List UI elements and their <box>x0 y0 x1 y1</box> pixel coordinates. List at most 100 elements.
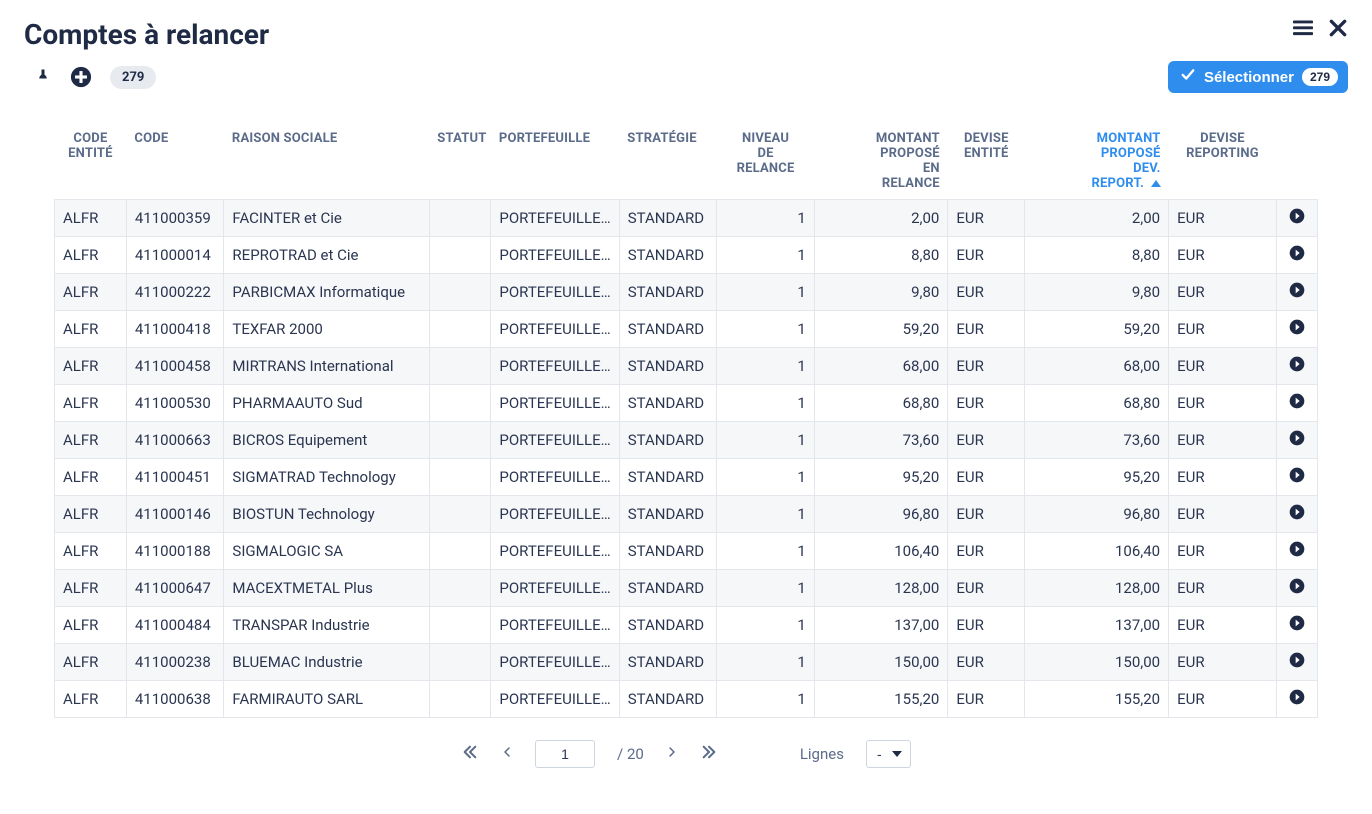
col-portefeuille[interactable]: PORTEFEUILLE <box>491 123 619 200</box>
col-montant_relance[interactable]: MONTANTPROPOSÉENRELANCE <box>814 123 947 200</box>
cell-montant_relance: 68,00 <box>814 348 947 385</box>
col-devise_report[interactable]: DEVISEREPORTING <box>1169 123 1277 200</box>
page-total: / 20 <box>617 745 644 763</box>
table-row: ALFR411000530PHARMAAUTO SudPORTEFEUILLE … <box>55 385 1318 422</box>
col-code[interactable]: CODE <box>126 123 224 200</box>
pagination: / 20 Lignes - <box>24 740 1348 768</box>
arrow-right-circle-icon <box>1289 506 1305 524</box>
menu-icon[interactable] <box>1292 18 1314 38</box>
row-action-button[interactable] <box>1276 496 1317 533</box>
row-action-button[interactable] <box>1276 607 1317 644</box>
row-action-button[interactable] <box>1276 311 1317 348</box>
prev-page-icon[interactable] <box>501 744 513 764</box>
cell-portefeuille: PORTEFEUILLE 2 <box>491 237 619 274</box>
close-icon[interactable] <box>1328 18 1348 38</box>
cell-code: 411000222 <box>126 274 224 311</box>
first-page-icon[interactable] <box>461 744 479 764</box>
table-row: ALFR411000418TEXFAR 2000PORTEFEUILLE 2ST… <box>55 311 1318 348</box>
cell-montant_report: 155,20 <box>1025 681 1169 718</box>
row-action-button[interactable] <box>1276 459 1317 496</box>
row-action-button[interactable] <box>1276 237 1317 274</box>
cell-devise_report: EUR <box>1169 644 1277 681</box>
page-number-input[interactable] <box>535 740 595 768</box>
cell-montant_relance: 2,00 <box>814 200 947 237</box>
cell-statut <box>429 570 491 607</box>
cell-raison: BIOSTUN Technology <box>224 496 429 533</box>
cell-devise_entite: EUR <box>948 570 1025 607</box>
cell-montant_report: 137,00 <box>1025 607 1169 644</box>
cell-niveau: 1 <box>717 274 815 311</box>
cell-portefeuille: PORTEFEUILLE 2 <box>491 607 619 644</box>
cell-statut <box>429 200 491 237</box>
cell-entity_code: ALFR <box>55 533 127 570</box>
col-strategie[interactable]: STRATÉGIE <box>619 123 717 200</box>
col-devise_entite[interactable]: DEVISEENTITÉ <box>948 123 1025 200</box>
cell-entity_code: ALFR <box>55 274 127 311</box>
col-montant_report[interactable]: MONTANTPROPOSÉDEV.REPORT. <box>1025 123 1169 200</box>
arrow-right-circle-icon <box>1289 395 1305 413</box>
row-action-button[interactable] <box>1276 385 1317 422</box>
row-action-button[interactable] <box>1276 570 1317 607</box>
cell-strategie: STANDARD <box>619 459 717 496</box>
next-page-icon[interactable] <box>666 744 678 764</box>
col-statut[interactable]: STATUT <box>429 123 491 200</box>
cell-montant_report: 68,80 <box>1025 385 1169 422</box>
cell-entity_code: ALFR <box>55 422 127 459</box>
cell-statut <box>429 348 491 385</box>
select-label: Sélectionner <box>1204 69 1294 86</box>
cell-niveau: 1 <box>717 533 815 570</box>
select-all-button[interactable]: Sélectionner 279 <box>1168 61 1348 93</box>
cell-montant_report: 150,00 <box>1025 644 1169 681</box>
cell-devise_entite: EUR <box>948 422 1025 459</box>
cell-strategie: STANDARD <box>619 385 717 422</box>
col-raison[interactable]: RAISON SOCIALE <box>224 123 429 200</box>
row-action-button[interactable] <box>1276 644 1317 681</box>
cell-devise_entite: EUR <box>948 459 1025 496</box>
row-action-button[interactable] <box>1276 274 1317 311</box>
cell-devise_report: EUR <box>1169 348 1277 385</box>
cell-code: 411000359 <box>126 200 224 237</box>
cell-devise_report: EUR <box>1169 385 1277 422</box>
cell-raison: TRANSPAR Industrie <box>224 607 429 644</box>
arrow-right-circle-icon <box>1289 284 1305 302</box>
add-icon[interactable] <box>70 66 92 88</box>
cell-portefeuille: PORTEFEUILLE 2 <box>491 570 619 607</box>
col-entity_code[interactable]: CODEENTITÉ <box>55 123 127 200</box>
cell-niveau: 1 <box>717 385 815 422</box>
cell-raison: FARMIRAUTO SARL <box>224 681 429 718</box>
row-action-button[interactable] <box>1276 681 1317 718</box>
cell-portefeuille: PORTEFEUILLE 2 <box>491 385 619 422</box>
cell-montant_relance: 9,80 <box>814 274 947 311</box>
row-action-button[interactable] <box>1276 200 1317 237</box>
cell-raison: REPROTRAD et Cie <box>224 237 429 274</box>
cell-raison: SIGMALOGIC SA <box>224 533 429 570</box>
cell-strategie: STANDARD <box>619 570 717 607</box>
row-action-button[interactable] <box>1276 422 1317 459</box>
row-action-button[interactable] <box>1276 533 1317 570</box>
cell-entity_code: ALFR <box>55 570 127 607</box>
lines-per-page-select[interactable]: - <box>866 740 911 768</box>
cell-entity_code: ALFR <box>55 644 127 681</box>
cell-montant_report: 96,80 <box>1025 496 1169 533</box>
cell-strategie: STANDARD <box>619 274 717 311</box>
cell-entity_code: ALFR <box>55 681 127 718</box>
cell-devise_report: EUR <box>1169 570 1277 607</box>
cell-raison: FACINTER et Cie <box>224 200 429 237</box>
cell-devise_report: EUR <box>1169 496 1277 533</box>
cell-montant_relance: 96,80 <box>814 496 947 533</box>
arrow-right-circle-icon <box>1289 432 1305 450</box>
arrow-right-circle-icon <box>1289 691 1305 709</box>
cell-statut <box>429 644 491 681</box>
cell-entity_code: ALFR <box>55 607 127 644</box>
cell-devise_report: EUR <box>1169 422 1277 459</box>
cell-devise_entite: EUR <box>948 533 1025 570</box>
table-row: ALFR411000638FARMIRAUTO SARLPORTEFEUILLE… <box>55 681 1318 718</box>
cell-montant_relance: 73,60 <box>814 422 947 459</box>
row-action-button[interactable] <box>1276 348 1317 385</box>
lines-label: Lignes <box>800 745 844 763</box>
cell-portefeuille: PORTEFEUILLE 2 <box>491 533 619 570</box>
cell-statut <box>429 385 491 422</box>
col-niveau[interactable]: NIVEAUDERELANCE <box>717 123 815 200</box>
last-page-icon[interactable] <box>700 744 718 764</box>
pin-icon[interactable] <box>34 66 52 88</box>
